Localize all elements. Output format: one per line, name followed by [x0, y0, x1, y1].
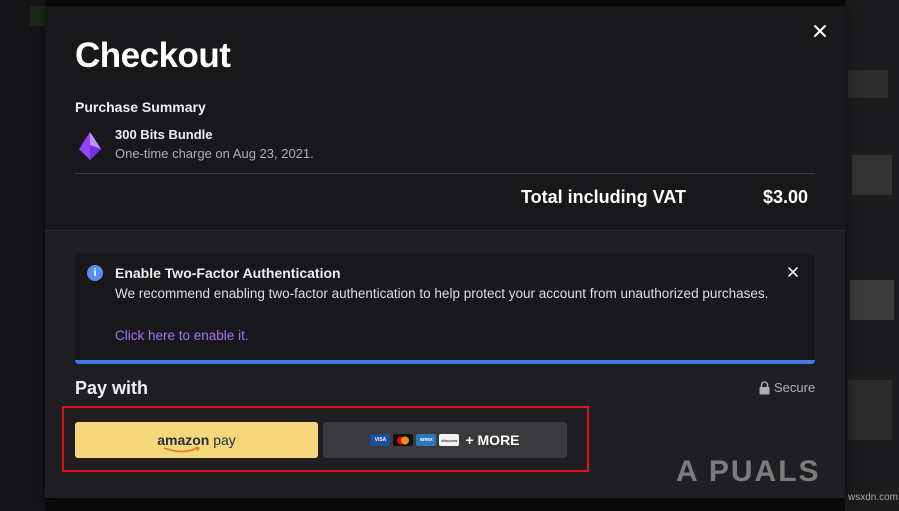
amazon-pay-logo: amazon pay [157, 432, 236, 448]
checkout-summary-section: Checkout Purchase Summary 300 Bits Bundl… [45, 6, 845, 230]
pay-with-label: Pay with [75, 378, 149, 398]
amazon-pay-button[interactable]: amazon pay [75, 422, 318, 458]
lock-icon [759, 380, 770, 394]
amex-icon: amex [416, 434, 437, 446]
total-label: Total including VAT [521, 187, 686, 207]
bits-gem-icon [79, 132, 101, 160]
alert-body: We recommend enabling two-factor authent… [115, 286, 769, 301]
visa-label: VISA [374, 437, 387, 443]
watermark-text: A PUALS [676, 455, 821, 488]
more-label: + MORE [465, 432, 520, 448]
alert-title: Enable Two-Factor Authentication [115, 265, 341, 281]
checkout-modal: Checkout Purchase Summary 300 Bits Bundl… [45, 6, 845, 498]
alert-close-button[interactable] [785, 264, 801, 280]
summary-divider [75, 173, 815, 174]
background-tile [848, 70, 888, 98]
background-tile [852, 155, 892, 195]
watermark-domain: wsxdn.com [848, 492, 899, 503]
discover-label: discover [441, 437, 458, 443]
info-icon: i [87, 265, 103, 281]
background-left-strip [0, 0, 45, 511]
two-factor-alert: i Enable Two-Factor Authentication We re… [75, 254, 815, 364]
background-tile [30, 6, 45, 26]
background-tile [848, 380, 892, 440]
close-modal-button[interactable] [809, 20, 831, 42]
amex-label: amex [420, 437, 433, 443]
pay-word: pay [213, 432, 236, 448]
discover-icon: discover [439, 434, 460, 446]
enable-2fa-link[interactable]: Click here to enable it. [115, 328, 249, 343]
alert-accent-bar [75, 360, 815, 364]
purchase-summary-label: Purchase Summary [75, 99, 206, 115]
secure-label: Secure [774, 380, 816, 395]
close-icon [788, 267, 798, 277]
item-name: 300 Bits Bundle [115, 127, 213, 142]
background-tile [850, 280, 894, 320]
more-payment-options-button[interactable]: VISA amex discover + MORE [323, 422, 567, 458]
mastercard-circles [397, 436, 410, 444]
visa-icon: VISA [370, 434, 391, 446]
amazon-smile-icon [163, 447, 200, 453]
mastercard-icon [393, 434, 414, 446]
total-value: $3.00 [763, 187, 809, 207]
amazon-word: amazon [157, 432, 210, 448]
close-icon [814, 25, 826, 37]
item-description: One-time charge on Aug 23, 2021. [115, 146, 314, 161]
secure-indicator: Secure [759, 380, 815, 395]
page-title: Checkout [75, 36, 231, 75]
